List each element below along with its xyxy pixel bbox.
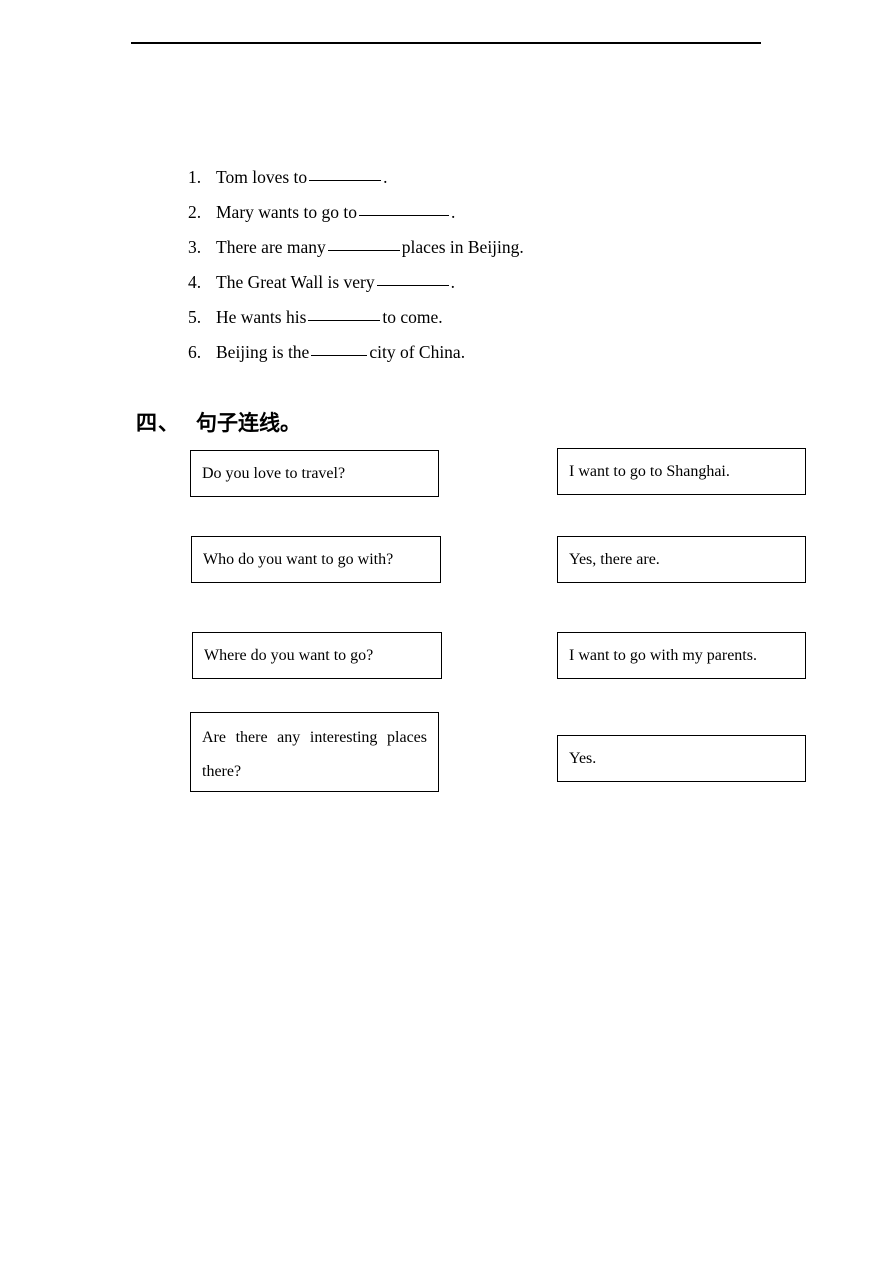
match-left-item[interactable]: Do you love to travel?	[190, 450, 439, 497]
match-left-label: Who do you want to go with?	[203, 550, 394, 568]
match-right-label: I want to go with my parents.	[569, 646, 757, 664]
match-left-label-line1: Are there any interesting places	[202, 729, 427, 746]
match-right-item[interactable]: Yes, there are.	[557, 536, 806, 583]
sentence-matching-exercise: Do you love to travel? Who do you want t…	[0, 0, 892, 1262]
match-left-item[interactable]: Are there any interesting places there?	[190, 712, 439, 792]
match-right-label: Yes, there are.	[569, 550, 660, 568]
match-right-item[interactable]: I want to go with my parents.	[557, 632, 806, 679]
worksheet-page: 1. Tom loves to. 2. Mary wants to go to. 3…	[0, 0, 892, 1262]
match-right-label: I want to go to Shanghai.	[569, 462, 730, 480]
match-left-item[interactable]: Where do you want to go?	[192, 632, 442, 679]
match-right-item[interactable]: Yes.	[557, 735, 806, 782]
match-left-label: Where do you want to go?	[204, 646, 374, 664]
match-left-label-line2: there?	[202, 763, 242, 780]
match-left-label: Do you love to travel?	[202, 464, 346, 482]
match-right-item[interactable]: I want to go to Shanghai.	[557, 448, 806, 495]
match-left-item[interactable]: Who do you want to go with?	[191, 536, 441, 583]
match-right-label: Yes.	[569, 749, 597, 767]
